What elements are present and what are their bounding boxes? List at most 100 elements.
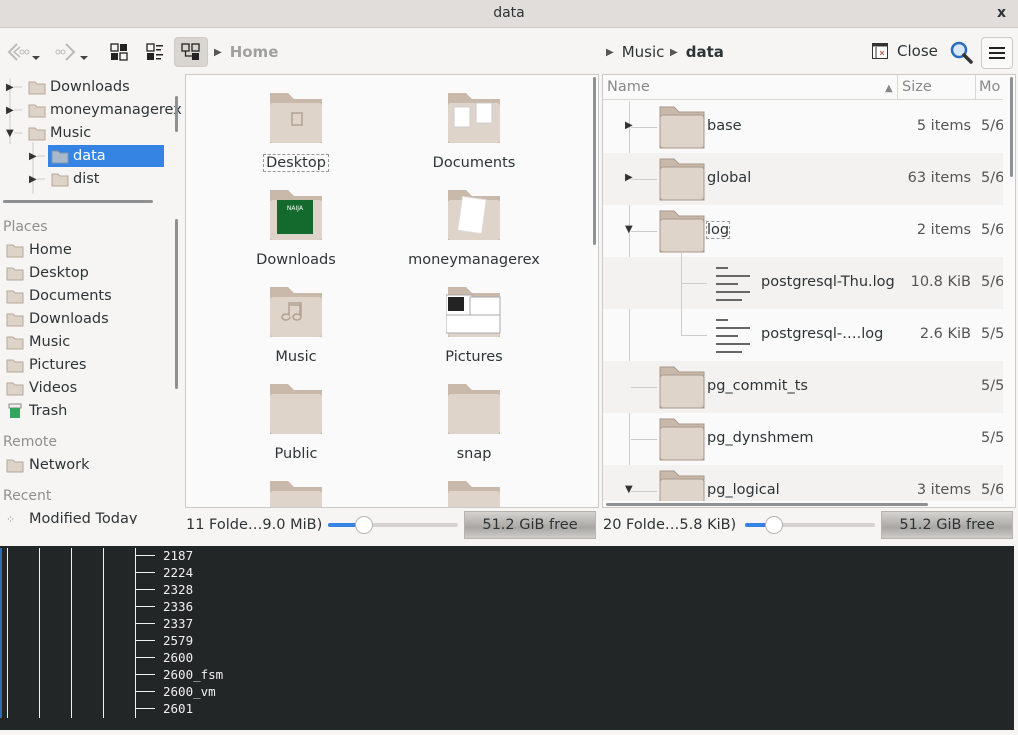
expander-collapsed-icon[interactable]: ▶ <box>6 82 16 93</box>
icon-item-label: Pictures <box>445 349 503 365</box>
recent-heading: Recent <box>3 488 52 504</box>
place-home[interactable]: Home <box>6 239 72 261</box>
tree-guide <box>103 548 104 718</box>
list-row[interactable]: pg_commit_ts 5/5 <box>603 361 1003 413</box>
terminal-line: 2579 <box>135 632 193 649</box>
tree-view-button[interactable] <box>174 37 208 67</box>
tree-item-moneymanagerex[interactable]: ▶ moneymanagerex <box>6 99 182 121</box>
list-row[interactable]: ▶ base 5 items 5/6 <box>603 101 1003 153</box>
folder-music-icon <box>270 287 322 337</box>
icon-item-partial[interactable] <box>206 477 386 507</box>
forward-button[interactable] <box>52 37 90 67</box>
tree-horizontal-scrollbar[interactable] <box>3 200 153 203</box>
row-modified: 5/6 <box>981 222 1003 238</box>
breadcrumb-home[interactable]: ▶ Home <box>214 43 278 61</box>
right-zoom-slider[interactable] <box>745 516 875 534</box>
column-name[interactable]: Name <box>607 79 650 95</box>
folder-icon <box>659 470 705 501</box>
back-button[interactable] <box>4 37 42 67</box>
place-videos[interactable]: Videos <box>6 377 77 399</box>
expander-collapsed-icon[interactable]: ▶ <box>625 120 633 131</box>
list-row[interactable]: ▼ pg_logical 3 items 5/6 <box>603 465 1003 501</box>
expander-collapsed-icon[interactable]: ▶ <box>29 174 39 185</box>
main-menu-button[interactable] <box>981 37 1013 69</box>
column-modified[interactable]: Mo <box>979 79 1000 95</box>
icon-item-pictures[interactable]: Pictures <box>384 283 564 365</box>
expander-expanded-icon[interactable]: ▼ <box>6 128 16 139</box>
list-pane-horizontal-scrollbar[interactable] <box>606 503 928 506</box>
icon-view-pane[interactable]: Desktop Documents NAIJA Downloads moneyma… <box>185 74 599 508</box>
column-divider <box>897 75 898 100</box>
icon-pane-scrollbar[interactable] <box>593 77 596 245</box>
row-name: pg_logical <box>707 482 780 498</box>
icon-item-documents[interactable]: Documents <box>384 89 564 171</box>
recent-modified-today[interactable]: ⁘ Modified Today <box>6 508 137 524</box>
details-view-icon <box>146 43 163 60</box>
tree-item-label: moneymanagerex <box>50 102 182 118</box>
expander-collapsed-icon[interactable]: ▶ <box>6 105 16 116</box>
place-trash[interactable]: Trash <box>6 400 67 422</box>
list-row[interactable]: ▼ log 2 items 5/6 <box>603 205 1003 257</box>
expander-collapsed-icon[interactable]: ▶ <box>625 172 633 183</box>
expander-expanded-icon[interactable]: ▼ <box>625 484 633 495</box>
folder-download-icon <box>28 81 46 95</box>
slider-knob[interactable] <box>355 516 374 534</box>
breadcrumb-data[interactable]: ▶ data <box>670 43 724 61</box>
text-file-icon <box>716 319 750 353</box>
tree-item-label: data <box>73 148 106 164</box>
terminal-panel[interactable]: 2187 2224 2328 2336 2337 2579 2600 2600_fsm 2600… <box>0 546 1014 730</box>
column-size[interactable]: Size <box>902 79 932 95</box>
close-split-view-button[interactable]: Close <box>872 42 938 60</box>
place-desktop[interactable]: Desktop <box>6 262 89 284</box>
tree-branch <box>135 606 155 607</box>
tree-item-label: Music <box>50 125 92 141</box>
terminal-line-text: 2336 <box>163 599 194 614</box>
tree-item-data[interactable]: ▶ data <box>29 145 164 167</box>
tree-item-music[interactable]: ▼ Music <box>6 122 91 144</box>
place-label: Documents <box>29 288 112 304</box>
icon-item-label: Music <box>275 349 317 365</box>
icon-item-moneymanagerex[interactable]: moneymanagerex <box>384 186 564 268</box>
place-downloads[interactable]: Downloads <box>6 308 109 330</box>
left-zoom-slider[interactable] <box>328 516 458 534</box>
list-row[interactable]: postgresql-Thu.log 10.8 KiB 5/6 <box>603 253 1003 309</box>
expander-expanded-icon[interactable]: ▼ <box>625 224 633 235</box>
tree-item-dist[interactable]: ▶ dist <box>29 168 99 190</box>
icon-item-desktop[interactable]: Desktop <box>206 89 386 172</box>
icon-item-label: snap <box>456 446 492 462</box>
slider-knob[interactable] <box>764 516 783 534</box>
expander-collapsed-icon[interactable]: ▶ <box>29 151 39 162</box>
place-music[interactable]: Music <box>6 331 70 353</box>
row-size: 2.6 KiB <box>919 326 971 342</box>
list-row[interactable]: ▶ global 63 items 5/6 <box>603 153 1003 205</box>
search-button[interactable] <box>947 37 975 67</box>
folder-desktop-icon <box>270 93 322 143</box>
icon-item-label: Public <box>274 446 318 462</box>
row-modified: 5/6 <box>981 482 1003 498</box>
tree-item-downloads[interactable]: ▶ Downloads <box>6 76 130 98</box>
icon-item-snap[interactable]: snap <box>384 380 564 462</box>
icon-item-public[interactable]: Public <box>206 380 386 462</box>
breadcrumb-music[interactable]: ▶ Music <box>606 43 664 61</box>
details-view-button[interactable] <box>142 37 168 67</box>
place-documents[interactable]: Documents <box>6 285 112 307</box>
window-close-button[interactable]: x <box>997 5 1006 21</box>
place-pictures[interactable]: Pictures <box>6 354 86 376</box>
breadcrumb-label: Home <box>229 43 279 61</box>
breadcrumb-arrow-icon: ▶ <box>670 46 678 58</box>
terminal-line: 2600 <box>135 649 193 666</box>
list-pane-scrollbar[interactable] <box>1010 77 1013 177</box>
row-size: 5 items <box>916 118 971 134</box>
list-row[interactable]: pg_dynshmem 5/5 <box>603 413 1003 465</box>
icons-view-button[interactable] <box>106 37 132 67</box>
close-pane-icon <box>872 43 888 59</box>
detail-tree-pane[interactable]: Name ▲ Size Mo ▶ base 5 items 5/6 ▶ global 63 … <box>602 74 1016 508</box>
tree-scrollbar[interactable] <box>175 96 178 132</box>
places-scrollbar[interactable] <box>175 219 178 389</box>
icon-item-partial[interactable] <box>384 477 564 507</box>
icon-item-downloads[interactable]: NAIJA Downloads <box>206 186 386 268</box>
icon-item-music[interactable]: Music <box>206 283 386 365</box>
list-row[interactable]: postgresql-….log 2.6 KiB 5/5 <box>603 309 1003 361</box>
tree-item-label: Downloads <box>50 79 130 95</box>
place-network[interactable]: Network <box>6 454 90 476</box>
